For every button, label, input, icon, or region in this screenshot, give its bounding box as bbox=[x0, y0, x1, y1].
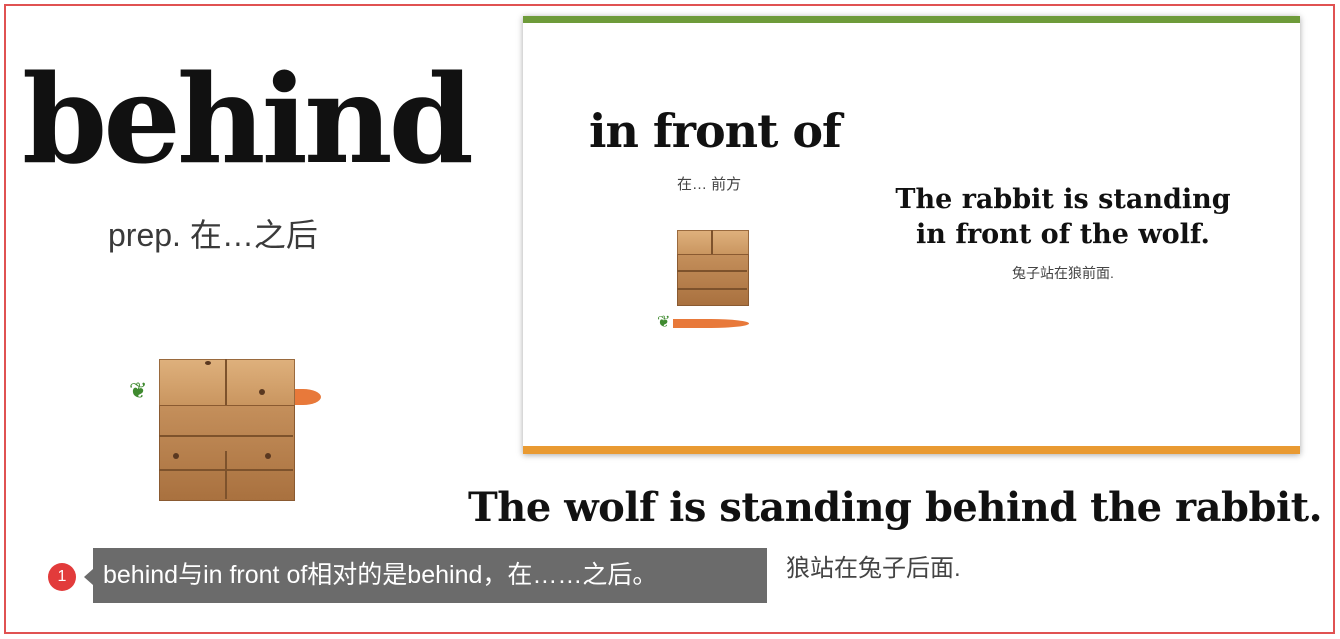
block-carrot-behind-illustration: ❦ bbox=[125, 355, 325, 505]
slide-sentence-line1: The rabbit is standing bbox=[895, 184, 1231, 215]
carrot-leaf-icon: ❦ bbox=[129, 379, 148, 404]
example-slide: in front of 在… 前方 ❦ The rabbit is standi… bbox=[523, 16, 1300, 454]
annotation-badge[interactable]: 1 bbox=[48, 563, 76, 591]
annotation-tooltip: behind与in front of相对的是behind，在……之后。 bbox=[93, 548, 767, 603]
example-sentence: The wolf is standing behind the rabbit. bbox=[468, 484, 1323, 531]
slide-word: in front of bbox=[589, 104, 842, 158]
example-translation: 狼站在兔子后面. bbox=[786, 555, 961, 582]
block-carrot-front-illustration: ❦ bbox=[655, 228, 755, 338]
slide-sentence: The rabbit is standing in front of the w… bbox=[863, 182, 1263, 252]
slide-bottom-bar bbox=[523, 446, 1300, 454]
slide-sentence-translation: 兔子站在狼前面. bbox=[1012, 265, 1114, 281]
annotation-pointer bbox=[84, 569, 93, 585]
vocab-definition: prep. 在…之后 bbox=[108, 217, 318, 253]
slide-word-meaning: 在… 前方 bbox=[677, 176, 742, 193]
slide-sentence-line2: in front of the wolf. bbox=[916, 219, 1210, 250]
carrot-leaf-icon: ❦ bbox=[657, 312, 671, 331]
carrot-body bbox=[673, 319, 749, 328]
slide-top-bar bbox=[523, 16, 1300, 23]
vocab-word: behind bbox=[22, 47, 474, 191]
